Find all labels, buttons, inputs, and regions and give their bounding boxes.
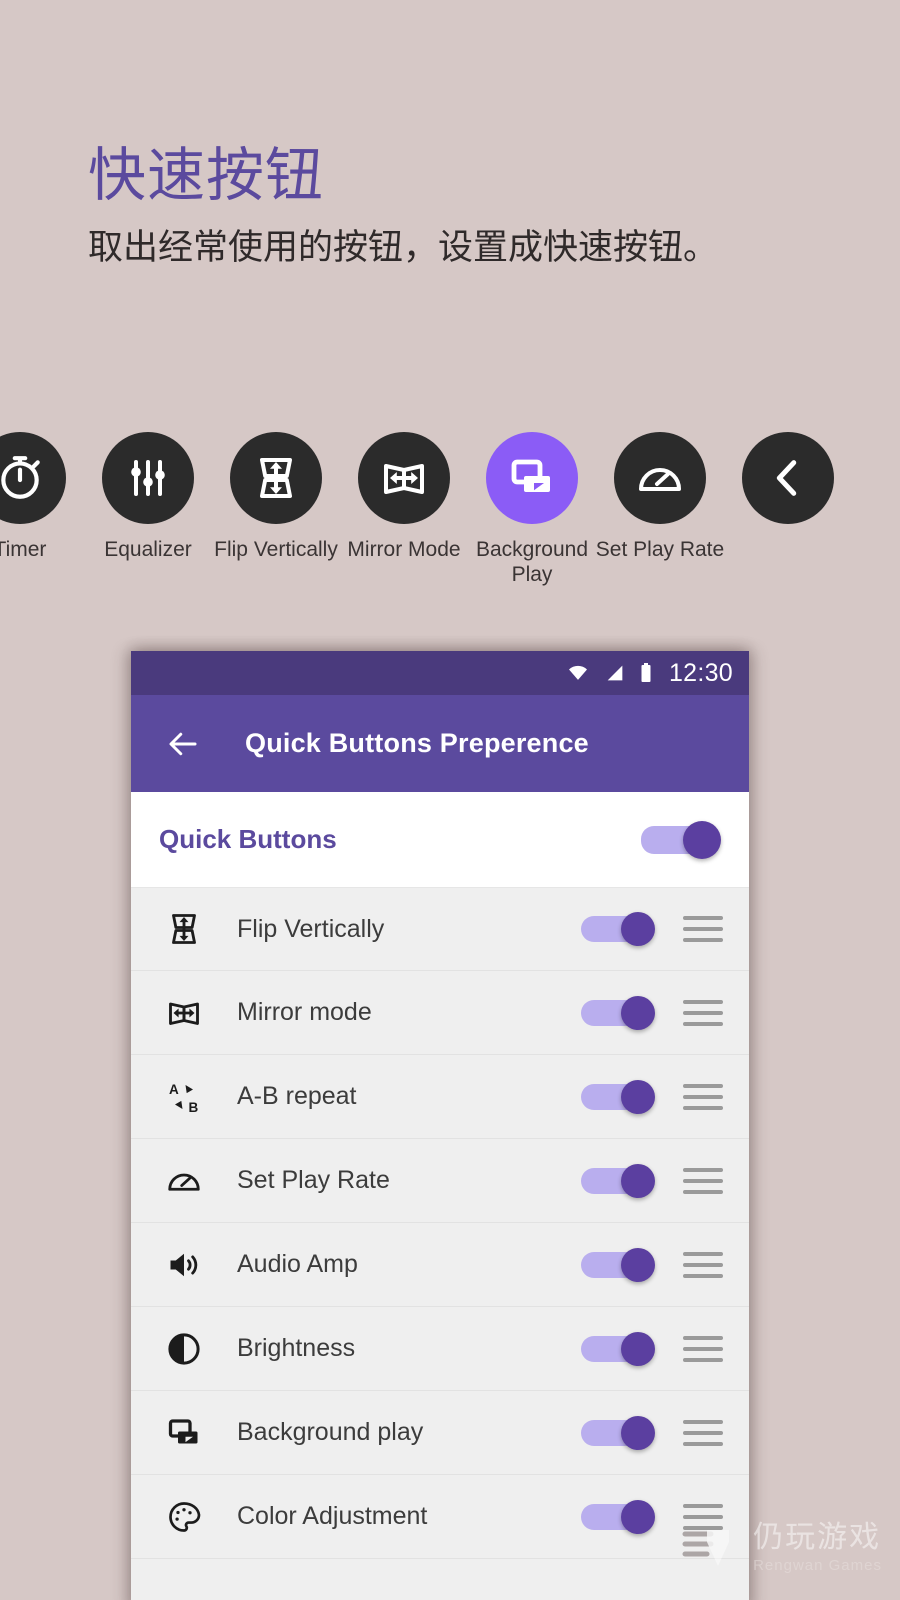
battery-icon [641, 663, 651, 682]
carousel-label: Set Play Rate [595, 538, 725, 561]
background-play-icon [511, 459, 550, 492]
drag-handle-icon[interactable] [683, 999, 723, 1026]
quick-buttons-list: Flip Vertically Mirror mode A B A-B repe… [131, 887, 749, 1559]
carousel-label: Equalizer [104, 538, 192, 561]
list-item-toggle[interactable] [581, 995, 655, 1030]
list-item-toggle[interactable] [581, 1499, 655, 1534]
list-item[interactable]: Mirror mode [131, 971, 749, 1055]
svg-text:B: B [189, 1100, 199, 1115]
carousel-item-timer[interactable]: Timer [0, 432, 84, 563]
drag-handle-icon[interactable] [683, 1167, 723, 1194]
page-subtitle: 取出经常使用的按钮，设置成快速按钮。 [88, 227, 719, 267]
switch-knob [621, 1415, 655, 1450]
mirror-mode-icon [384, 464, 424, 494]
master-toggle-switch[interactable] [641, 820, 721, 859]
list-item[interactable]: Brightness [131, 1307, 749, 1391]
list-item-label: Flip Vertically [237, 914, 385, 943]
list-item[interactable]: Background play [131, 1391, 749, 1475]
chevron-left-icon [776, 460, 797, 496]
quick-button-carousel[interactable]: Timer Equalizer [0, 432, 900, 602]
master-toggle-row[interactable]: Quick Buttons [131, 792, 749, 887]
back-arrow-icon[interactable] [165, 726, 201, 762]
carousel-item-collapse[interactable] [724, 432, 852, 538]
list-item-toggle[interactable] [581, 1415, 655, 1450]
timer-circle[interactable] [0, 432, 66, 524]
phone-screenshot: 12:30 Quick Buttons Preperence Quick But… [131, 651, 749, 1600]
carousel-item-set-play-rate[interactable]: Set Play Rate [596, 432, 724, 563]
switch-knob [621, 1079, 655, 1114]
watermark-en: Rengwan Games [753, 1556, 882, 1574]
carousel-label: Mirror Mode [347, 538, 461, 561]
collapse-circle[interactable] [742, 432, 834, 524]
switch-knob [621, 1331, 655, 1366]
list-item-toggle[interactable] [581, 1247, 655, 1282]
list-item[interactable]: Set Play Rate [131, 1139, 749, 1223]
flip-vertically-icon [161, 911, 207, 947]
flip-vertically-icon [260, 458, 292, 498]
wifi-icon [568, 665, 587, 680]
master-toggle-label: Quick Buttons [159, 824, 337, 854]
carousel-label: Background Play [475, 538, 589, 586]
drag-handle-icon[interactable] [683, 1503, 723, 1530]
list-item-label: Background play [237, 1418, 424, 1446]
equalizer-circle[interactable] [102, 432, 194, 524]
list-item-toggle[interactable] [581, 1079, 655, 1114]
set-play-rate-icon [639, 468, 681, 491]
flip-vertically-circle[interactable] [230, 432, 322, 524]
status-bar: 12:30 [131, 651, 749, 695]
drag-handle-icon[interactable] [683, 916, 723, 942]
list-item-label: Audio Amp [237, 1250, 358, 1278]
list-item[interactable]: A B A-B repeat [131, 1055, 749, 1139]
background-play-icon [161, 1415, 207, 1451]
carousel-item-background-play[interactable]: Background Play [468, 432, 596, 588]
app-bar: Quick Buttons Preperence [131, 695, 749, 792]
list-item[interactable]: Audio Amp [131, 1223, 749, 1307]
list-item-label: Set Play Rate [237, 1166, 390, 1194]
drag-handle-icon[interactable] [683, 1251, 723, 1278]
list-item-toggle[interactable] [581, 1331, 655, 1366]
drag-handle-icon[interactable] [683, 1083, 723, 1110]
audio-amp-icon [161, 1247, 207, 1283]
brightness-icon [161, 1331, 207, 1367]
switch-knob [621, 912, 655, 946]
list-item-label: Mirror mode [237, 998, 372, 1026]
switch-knob [683, 820, 721, 859]
color-adjustment-icon [161, 1499, 207, 1535]
switch-knob [621, 1499, 655, 1534]
list-item-label: Brightness [237, 1334, 356, 1362]
equalizer-icon [131, 460, 165, 496]
mirror-mode-circle[interactable] [358, 432, 450, 524]
list-item-toggle[interactable] [581, 1163, 655, 1198]
page-title: 快速按钮 [88, 143, 325, 208]
set-play-rate-circle[interactable] [614, 432, 706, 524]
list-item-label: A-B repeat [237, 1082, 357, 1110]
list-item[interactable]: Color Adjustment [131, 1475, 749, 1559]
carousel-item-flip-vertically[interactable]: Flip Vertically [212, 432, 340, 563]
drag-handle-icon[interactable] [683, 1335, 723, 1362]
app-bar-title: Quick Buttons Preperence [245, 728, 589, 758]
timer-icon [1, 456, 40, 499]
list-item-label: Color Adjustment [237, 1502, 428, 1530]
carousel-label: Flip Vertically [214, 538, 338, 561]
list-item[interactable]: Flip Vertically [131, 887, 749, 971]
watermark-cn: 仍玩游戏 [753, 1520, 882, 1554]
promo-block: 快速按钮 取出经常使用的按钮，设置成快速按钮。 [88, 143, 848, 269]
list-item-toggle[interactable] [581, 912, 655, 946]
switch-knob [621, 1163, 655, 1198]
switch-knob [621, 995, 655, 1030]
carousel-item-equalizer[interactable]: Equalizer [84, 432, 212, 563]
svg-text:A: A [169, 1082, 179, 1097]
switch-knob [621, 1247, 655, 1282]
status-time: 12:30 [668, 658, 733, 687]
set-play-rate-icon [161, 1163, 207, 1199]
ab-repeat-icon: A B [161, 1079, 207, 1115]
drag-handle-icon[interactable] [683, 1419, 723, 1446]
carousel-label: Timer [0, 538, 47, 561]
background-play-circle[interactable] [486, 432, 578, 524]
mirror-mode-icon [161, 995, 207, 1031]
carousel-item-mirror-mode[interactable]: Mirror Mode [340, 432, 468, 563]
signal-icon [607, 665, 623, 681]
